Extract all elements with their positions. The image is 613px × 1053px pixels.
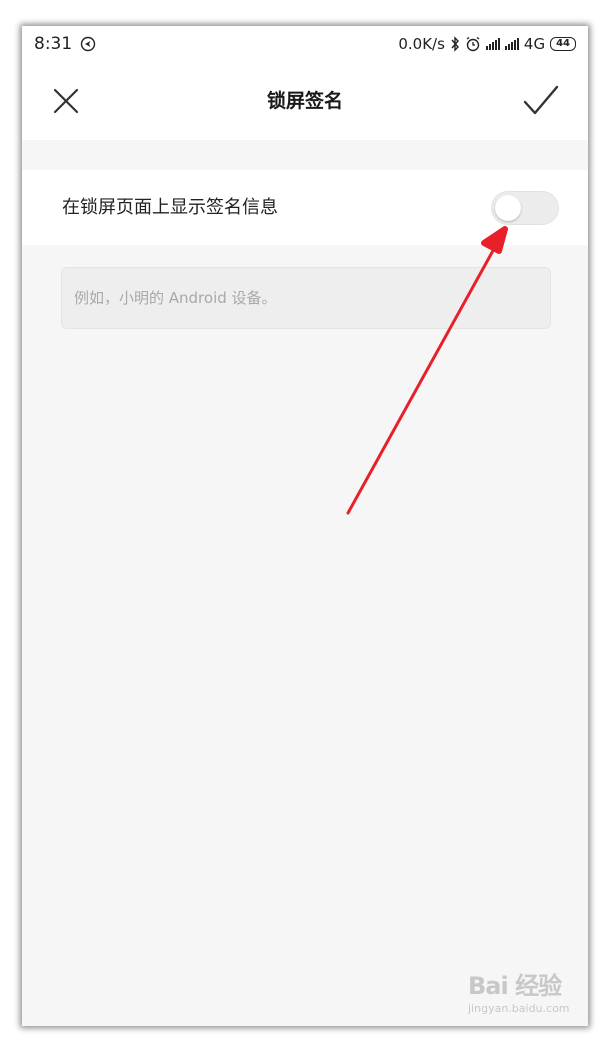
- baidu-jingyan-watermark: Bai 经验 jingyan.baidu.com: [448, 966, 588, 1026]
- show-signature-setting: 在锁屏页面上显示签名信息: [22, 170, 588, 245]
- setting-label: 在锁屏页面上显示签名信息: [62, 197, 278, 218]
- watermark-logo: Bai 经验: [468, 972, 562, 1000]
- status-time: 8:31: [34, 34, 73, 54]
- signal-icon: [504, 38, 519, 50]
- status-bar: 8:31 0.0K/s 4G 44: [22, 26, 588, 62]
- signature-input[interactable]: [61, 267, 551, 329]
- bluetooth-icon: [451, 36, 459, 52]
- show-signature-toggle[interactable]: [491, 191, 559, 225]
- network-type: 4G: [523, 35, 546, 53]
- title-bar: 锁屏签名: [22, 62, 588, 140]
- phone-screen: 8:31 0.0K/s 4G 44 锁屏签名 在锁屏页面上显示签名信息 例如，小…: [22, 26, 588, 1026]
- alarm-icon: [466, 36, 480, 52]
- navigation-icon: [80, 36, 96, 52]
- battery-icon: 44: [550, 37, 576, 51]
- check-icon[interactable]: [522, 84, 560, 118]
- network-speed: 0.0K/s: [398, 35, 445, 53]
- toggle-knob: [495, 195, 521, 221]
- page-title: 锁屏签名: [266, 90, 343, 112]
- watermark-url: jingyan.baidu.com: [468, 1002, 570, 1015]
- signal-icon: [485, 38, 500, 50]
